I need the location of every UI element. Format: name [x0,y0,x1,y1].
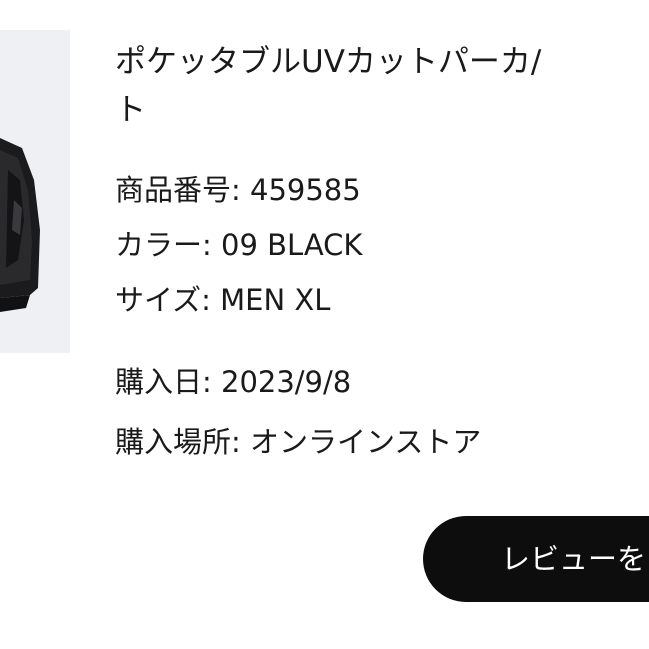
product-color: カラー: 09 BLACK [115,228,363,262]
product-code: 商品番号: 459585 [115,173,361,207]
purchase-history-item: ポケッタブルUVカットパーカ/ ト 商品番号: 459585 カラー: 09 B… [0,0,649,649]
product-title[interactable]: ポケッタブルUVカットパーカ/ ト [115,38,649,134]
product-size: サイズ: MEN XL [115,283,331,317]
write-review-button[interactable]: レビューを [423,516,649,602]
purchase-place: 購入場所: オンラインストア [115,425,482,459]
black-hooded-jacket-image [0,30,70,353]
product-title-line-1: ポケッタブルUVカットパーカ/ [115,44,542,80]
product-image[interactable] [0,30,70,353]
product-title-line-2: ト [115,92,146,128]
purchase-date: 購入日: 2023/9/8 [115,365,352,399]
